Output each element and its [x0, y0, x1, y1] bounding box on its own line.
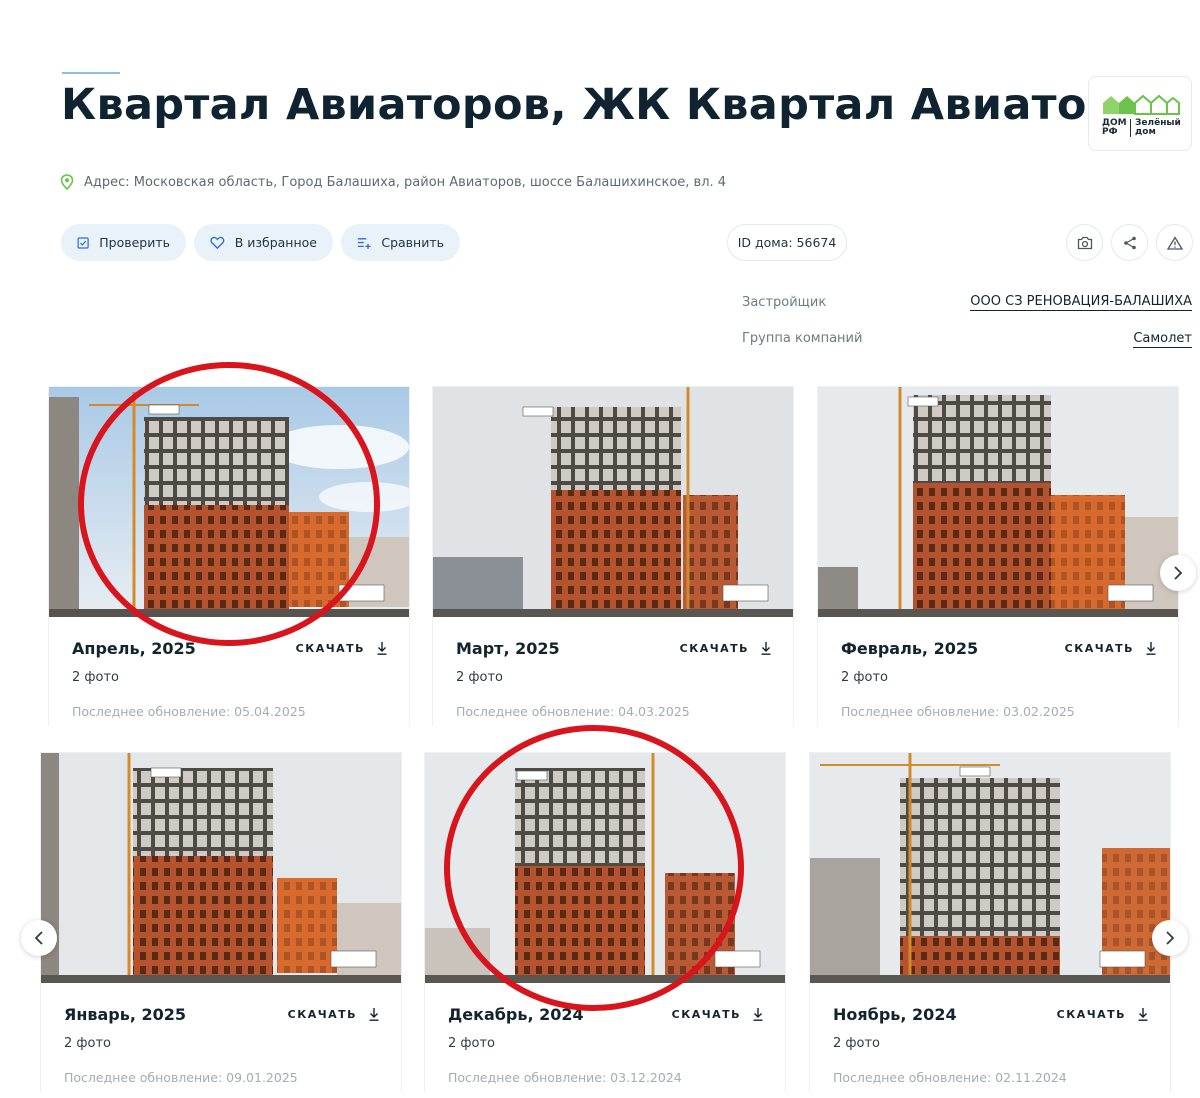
checkbox-icon [77, 236, 89, 249]
check-button[interactable]: Проверить [61, 224, 186, 261]
photo-count: 2 фото [841, 670, 888, 685]
download-icon [753, 1008, 763, 1021]
download-icon [377, 642, 387, 655]
construction-photo[interactable] [425, 753, 785, 983]
photo-count: 2 фото [833, 1036, 880, 1051]
green-house-logo: ДОМ РФ Зелёный дом [1088, 76, 1192, 151]
company-group-link[interactable]: Самолет [1133, 331, 1192, 348]
house-roofs-icon [1103, 94, 1180, 115]
construction-photo[interactable] [41, 753, 401, 983]
photo-card[interactable]: Февраль, 2025 СКАЧАТЬ 2 фото Последнее о… [817, 386, 1179, 726]
photo-count: 2 фото [448, 1036, 495, 1051]
house-id-badge: ID дома: 56674 [727, 224, 847, 261]
last-updated: Последнее обновление: 09.01.2025 [64, 1070, 298, 1085]
title-accent-line [62, 72, 120, 74]
download-icon [369, 1008, 379, 1021]
carousel-next-button-row2[interactable] [1152, 920, 1188, 956]
address-text: Адрес: Московская область, Город Балаших… [84, 174, 727, 190]
compare-label: Сравнить [381, 235, 444, 250]
location-pin-icon [60, 174, 74, 190]
card-month: Март, 2025 [456, 639, 560, 658]
download-button[interactable]: СКАЧАТЬ [288, 1008, 379, 1021]
construction-photo[interactable] [49, 387, 409, 617]
card-month: Февраль, 2025 [841, 639, 979, 658]
page-title: Квартал Авиаторов, ЖК Квартал Авиаторов [61, 80, 1176, 130]
download-button[interactable]: СКАЧАТЬ [1065, 642, 1156, 655]
card-month: Декабрь, 2024 [448, 1005, 584, 1024]
compare-button[interactable]: Сравнить [341, 224, 460, 261]
chevron-right-icon [1166, 931, 1175, 945]
photo-count: 2 фото [72, 670, 119, 685]
download-button[interactable]: СКАЧАТЬ [680, 642, 771, 655]
card-month: Апрель, 2025 [72, 639, 196, 658]
chevron-left-icon [34, 931, 43, 945]
photo-count: 2 фото [64, 1036, 111, 1051]
favorite-label: В избранное [234, 235, 317, 250]
construction-photo[interactable] [433, 387, 793, 617]
construction-photo[interactable] [810, 753, 1170, 983]
photo-card[interactable]: Ноябрь, 2024 СКАЧАТЬ 2 фото Последнее об… [809, 752, 1171, 1092]
warning-icon [1166, 235, 1183, 250]
card-month: Ноябрь, 2024 [833, 1005, 957, 1024]
logo-brand-text: Зелёный дом [1130, 119, 1181, 137]
developer-link[interactable]: ООО СЗ РЕНОВАЦИЯ-БАЛАШИХА [970, 294, 1192, 311]
carousel-next-button-row1[interactable] [1160, 555, 1196, 591]
dom-rf-mark: ДОМ РФ [1102, 118, 1127, 137]
share-icon [1123, 236, 1136, 249]
developer-label: Застройщик [742, 295, 827, 310]
download-icon [1146, 642, 1156, 655]
carousel-prev-button[interactable] [21, 920, 57, 956]
report-problem-button[interactable] [1156, 224, 1193, 261]
photo-card[interactable]: Март, 2025 СКАЧАТЬ 2 фото Последнее обно… [432, 386, 794, 726]
favorite-button[interactable]: В избранное [194, 224, 333, 261]
download-button[interactable]: СКАЧАТЬ [672, 1008, 763, 1021]
company-group-label: Группа компаний [742, 331, 863, 346]
download-icon [1138, 1008, 1148, 1021]
download-icon [761, 642, 771, 655]
check-label: Проверить [99, 235, 170, 250]
address-line: Адрес: Московская область, Город Балаших… [60, 174, 726, 190]
share-button[interactable] [1111, 224, 1148, 261]
photo-card[interactable]: Апрель, 2025 СКАЧАТЬ 2 фото Последнее об… [48, 386, 410, 726]
construction-photo[interactable] [818, 387, 1178, 617]
last-updated: Последнее обновление: 03.02.2025 [841, 704, 1075, 719]
camera-icon [1077, 236, 1092, 249]
chevron-right-icon [1174, 566, 1183, 580]
last-updated: Последнее обновление: 03.12.2024 [448, 1070, 682, 1085]
download-button[interactable]: СКАЧАТЬ [1057, 1008, 1148, 1021]
last-updated: Последнее обновление: 02.11.2024 [833, 1070, 1067, 1085]
card-month: Январь, 2025 [64, 1005, 187, 1024]
compare-icon [357, 237, 371, 249]
photo-camera-button[interactable] [1066, 224, 1103, 261]
photo-count: 2 фото [456, 670, 503, 685]
last-updated: Последнее обновление: 05.04.2025 [72, 704, 306, 719]
download-button[interactable]: СКАЧАТЬ [296, 642, 387, 655]
heart-icon [210, 236, 225, 250]
last-updated: Последнее обновление: 04.03.2025 [456, 704, 690, 719]
photo-card[interactable]: Декабрь, 2024 СКАЧАТЬ 2 фото Последнее о… [424, 752, 786, 1092]
photo-card[interactable]: Январь, 2025 СКАЧАТЬ 2 фото Последнее об… [40, 752, 402, 1092]
